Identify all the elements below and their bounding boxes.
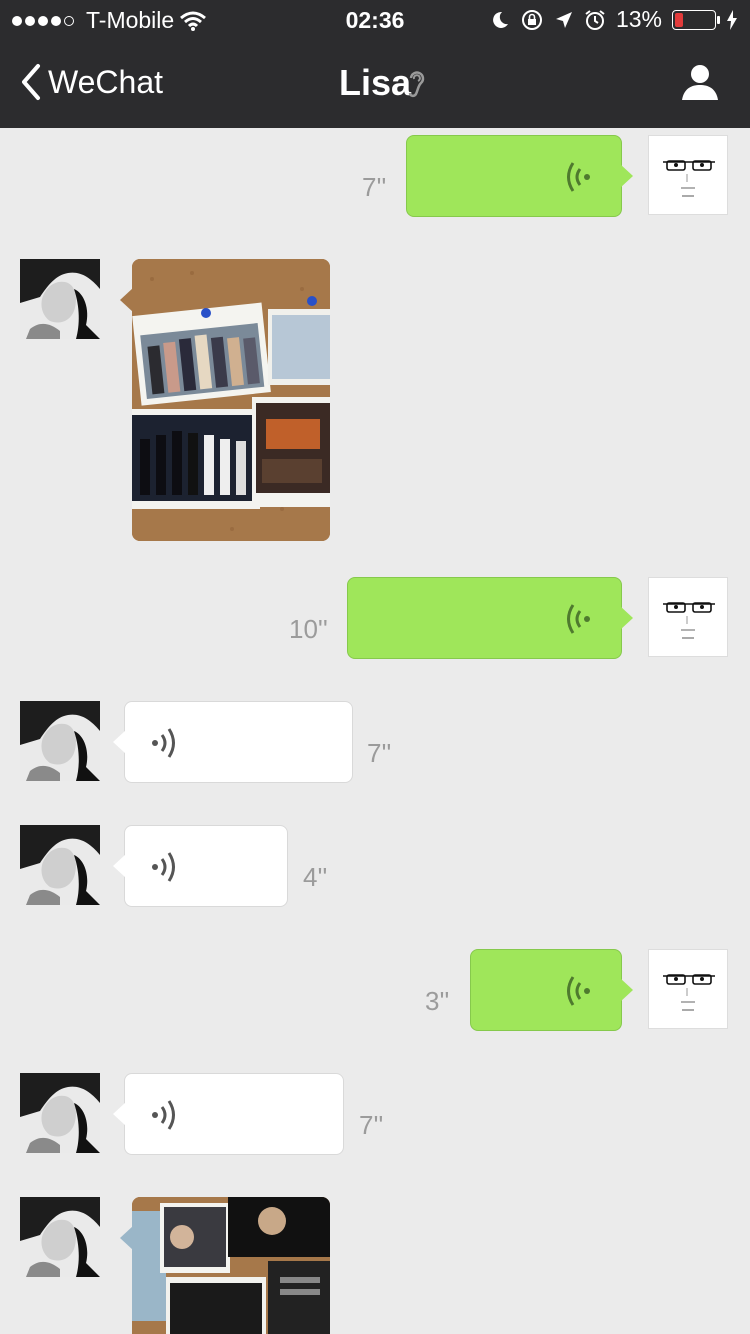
battery-icon [672, 9, 720, 30]
photo-corkboard-icon [132, 259, 330, 541]
portrait-photo-icon [20, 701, 100, 781]
voice-wave-icon [567, 162, 590, 192]
battery-percent: 13% [615, 6, 662, 32]
contact-avatar[interactable] [20, 1073, 100, 1153]
voice-duration: 10'' [289, 614, 328, 644]
voice-message-bubble[interactable] [347, 577, 633, 659]
voice-duration: 3'' [425, 986, 450, 1016]
location-icon [555, 11, 572, 28]
image-message[interactable] [132, 1197, 330, 1334]
portrait-photo-icon [20, 825, 100, 905]
alarm-icon [585, 9, 605, 30]
contact-avatar[interactable] [20, 701, 100, 781]
voice-wave-icon [567, 604, 590, 634]
contact-avatar[interactable] [20, 259, 100, 339]
contact-name: Lisa [338, 62, 412, 103]
face-sketch-icon [663, 602, 715, 639]
nav-bar: WeChat Lisa [0, 48, 750, 122]
profile-icon[interactable] [680, 62, 720, 102]
my-avatar[interactable] [648, 135, 728, 215]
rotation-lock-icon [521, 9, 542, 30]
voice-message-bubble[interactable] [113, 1073, 344, 1155]
contact-avatar[interactable] [20, 1197, 100, 1277]
status-right: 13% [490, 6, 738, 33]
voice-message-bubble[interactable] [406, 135, 633, 217]
charging-icon [727, 9, 737, 30]
voice-message-bubble[interactable] [113, 825, 288, 907]
voice-wave-icon [152, 852, 175, 882]
voice-duration: 7'' [367, 738, 392, 768]
portrait-photo-icon [20, 1197, 100, 1277]
voice-wave-icon [152, 728, 175, 758]
face-sketch-icon [663, 974, 715, 1011]
contact-avatar[interactable] [20, 825, 100, 905]
voice-duration: 4'' [303, 862, 328, 892]
moon-icon [493, 11, 508, 28]
voice-message-bubble[interactable] [113, 701, 353, 783]
voice-message-bubble[interactable] [470, 949, 633, 1031]
my-avatar[interactable] [648, 949, 728, 1029]
page-title: Lisa [0, 62, 750, 104]
top-bar: T-Mobile 02:36 13% WeChat Lisa [0, 0, 750, 128]
my-avatar[interactable] [648, 577, 728, 657]
status-bar: T-Mobile 02:36 13% [0, 0, 750, 40]
voice-duration: 7'' [362, 172, 387, 202]
voice-duration: 7'' [359, 1110, 384, 1140]
voice-wave-icon [567, 976, 590, 1006]
portrait-photo-icon [20, 259, 100, 339]
earpiece-mode-icon [408, 71, 425, 98]
face-sketch-icon [663, 160, 715, 197]
image-message[interactable] [132, 259, 330, 541]
portrait-photo-icon [20, 1073, 100, 1153]
photo-corkboard-icon [132, 1197, 330, 1334]
voice-wave-icon [152, 1100, 175, 1130]
